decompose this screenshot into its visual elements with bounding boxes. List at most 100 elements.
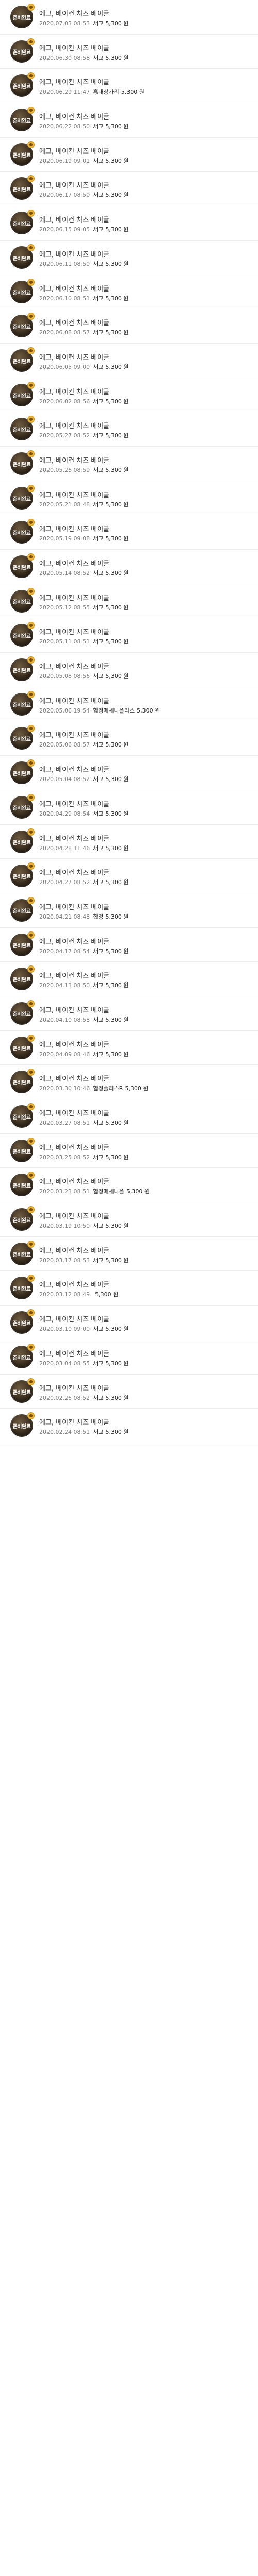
order-list-item[interactable]: 준비완료 ● 에그, 베이컨 치즈 베이글 2020.04.27 08:52 서교 5,3… (0, 859, 258, 893)
order-status-thumbnail: 준비완료 ● (10, 1000, 34, 1025)
order-list-item[interactable]: 준비완료 ● 에그, 베이컨 치즈 베이글 2020.05.21 08:48 서교 5,3… (0, 481, 258, 516)
order-item-meta: 2020.03.27 08:51 서교 5,300 원 (39, 1118, 129, 1127)
order-status-label: 준비완료 (12, 1183, 31, 1190)
order-list-item[interactable]: 준비완료 ● 에그, 베이컨 치즈 베이글 2020.03.10 09:00 서교 5,3… (0, 1306, 258, 1340)
order-date: 2020.06.11 08:50 (39, 260, 90, 267)
store-name: 서교 (93, 363, 104, 370)
order-status-thumbnail: 준비완료 ● (10, 588, 34, 613)
order-list-item[interactable]: 준비완료 ● 에그, 베이컨 치즈 베이글 2020.04.13 08:50 서교 5,3… (0, 962, 258, 996)
order-list-item[interactable]: 준비완료 ● 에그, 베이컨 치즈 베이글 2020.06.08 08:57 서교 5,3… (0, 309, 258, 344)
order-list-item[interactable]: 준비완료 ● 에그, 베이컨 치즈 베이글 2020.05.06 08:57 서교 5,3… (0, 721, 258, 756)
order-list-item[interactable]: 준비완료 ● 에그, 베이컨 치즈 베이글 2020.05.11 08:51 서교 5,3… (0, 618, 258, 653)
order-status-thumbnail: 준비완료 ● (10, 1413, 34, 1437)
order-date: 2020.05.08 08:56 (39, 673, 90, 680)
order-item-meta: 2020.03.25 08:52 서교 5,300 원 (39, 1153, 129, 1161)
coin-icon: ● (28, 554, 34, 560)
store-name: 서교 (93, 1050, 104, 1058)
order-list-item[interactable]: 준비완료 ● 에그, 베이컨 치즈 베이글 2020.07.03 08:53 서교 5,3… (0, 0, 258, 35)
store-name: 서교 (93, 844, 104, 852)
order-date: 2020.03.04 08:55 (39, 1360, 90, 1367)
order-status-label: 준비완료 (12, 805, 31, 811)
order-status-thumbnail: 준비완료 ● (10, 313, 34, 338)
order-list-item[interactable]: 준비완료 ● 에그, 베이컨 치즈 베이글 2020.06.10 08:51 서교 5,3… (0, 275, 258, 310)
order-list-item[interactable]: 준비완료 ● 에그, 베이컨 치즈 베이글 2020.03.17 08:53 서교 5,3… (0, 1236, 258, 1272)
order-list-item[interactable]: 준비완료 ● 에그, 베이컨 치즈 베이글 2020.05.19 09:08 서교 5,3… (0, 515, 258, 550)
store-name: 합정 (93, 913, 104, 920)
order-price: 5,300 원 (105, 260, 129, 267)
order-list-item[interactable]: 준비완료 ● 에그, 베이컨 치즈 베이글 2020.06.17 08:50 서교 5,3… (0, 172, 258, 207)
order-list-item[interactable]: 준비완료 ● 에그, 베이컨 치즈 베이글 2020.03.25 08:52 서교 5,3… (0, 1133, 258, 1168)
order-list-item[interactable]: 준비완료 ● 에그, 베이컨 치즈 베이글 2020.03.12 08:49 5,300… (0, 1271, 258, 1306)
order-list-item[interactable]: 준비완료 ● 에그, 베이컨 치즈 베이글 2020.05.04 08:52 서교 5,3… (0, 756, 258, 790)
coin-icon: ● (28, 1413, 34, 1419)
order-item-title: 에그, 베이컨 치즈 베이글 (39, 44, 110, 53)
order-list-item[interactable]: 준비완료 ● 에그, 베이컨 치즈 베이글 2020.04.29 08:54 서교 5,3… (0, 790, 258, 825)
order-status-label: 준비완료 (12, 737, 31, 743)
order-status-thumbnail: 준비완료 ● (10, 794, 34, 819)
order-date: 2020.05.11 08:51 (39, 638, 90, 646)
store-name: 서교 (93, 879, 104, 886)
order-status-thumbnail: 준비완료 ● (10, 279, 34, 303)
order-list-item[interactable]: 준비완료 ● 에그, 베이컨 치즈 베이글 2020.04.28 11:46 서교 5,3… (0, 824, 258, 859)
order-status-thumbnail: 준비완료 ● (10, 1035, 34, 1059)
order-list-item[interactable]: 준비완료 ● 에그, 베이컨 치즈 베이글 2020.06.19 09:01 서교 5,3… (0, 137, 258, 172)
order-item-title: 에그, 베이컨 치즈 베이글 (39, 594, 110, 602)
store-name: 서교 (93, 1223, 104, 1230)
order-list-item[interactable]: 준비완료 ● 에그, 베이컨 치즈 베이글 2020.06.05 09:00 서교 5,3… (0, 343, 258, 378)
order-item-title: 에그, 베이컨 치즈 베이글 (39, 491, 110, 499)
order-list-item[interactable]: 준비완료 ● 에그, 베이컨 치즈 베이글 2020.04.17 08:54 서교 5,3… (0, 927, 258, 962)
order-price: 5,300 원 (105, 1050, 129, 1058)
order-status-label: 준비완료 (12, 1389, 31, 1396)
order-item-title: 에그, 베이컨 치즈 베이글 (39, 1213, 110, 1221)
order-list-item[interactable]: 준비완료 ● 에그, 베이컨 치즈 베이글 2020.03.23 08:51 합정메세나… (0, 1168, 258, 1203)
order-list-item[interactable]: 준비완료 ● 에그, 베이컨 치즈 베이글 2020.05.27 08:52 서교 5,3… (0, 412, 258, 447)
order-list-item[interactable]: 준비완료 ● 에그, 베이컨 치즈 베이글 2020.05.06 19:54 합정메세나… (0, 687, 258, 722)
order-status-thumbnail: 준비완료 ● (10, 1275, 34, 1300)
order-list-item[interactable]: 준비완료 ● 에그, 베이컨 치즈 베이글 2020.03.04 08:55 서교 5,3… (0, 1340, 258, 1375)
order-price: 5,300 원 (125, 1085, 149, 1092)
order-item-title: 에그, 베이컨 치즈 베이글 (39, 456, 110, 465)
coin-icon: ● (28, 1104, 34, 1110)
order-status-thumbnail: 준비완료 ● (10, 1172, 34, 1197)
order-list-item[interactable]: 준비완료 ● 에그, 베이컨 치즈 베이글 2020.04.21 08:48 합정 5,3… (0, 893, 258, 928)
order-history-list: 준비완료 ● 에그, 베이컨 치즈 베이글 2020.07.03 08:53 서교 5,3… (0, 0, 258, 1443)
order-list-item[interactable]: 준비완료 ● 에그, 베이컨 치즈 베이글 2020.06.02 08:56 서교 5,3… (0, 378, 258, 413)
order-item-title: 에그, 베이컨 치즈 베이글 (39, 10, 110, 18)
coin-icon: ● (28, 210, 34, 217)
order-status-label: 준비완료 (12, 1286, 31, 1293)
order-status-label: 준비완료 (12, 359, 31, 365)
order-list-item[interactable]: 준비완료 ● 에그, 베이컨 치즈 베이글 2020.02.24 08:51 서교 5,3… (0, 1409, 258, 1443)
order-list-item[interactable]: 준비완료 ● 에그, 베이컨 치즈 베이글 2020.04.10 08:58 서교 5,3… (0, 996, 258, 1031)
order-list-item[interactable]: 준비완료 ● 에그, 베이컨 치즈 베이글 2020.03.27 08:51 서교 5,3… (0, 1099, 258, 1134)
order-list-item[interactable]: 준비완료 ● 에그, 베이컨 치즈 베이글 2020.03.30 10:46 합정폴리스… (0, 1065, 258, 1099)
store-name: 서교 (93, 398, 104, 405)
order-list-item[interactable]: 준비완료 ● 에그, 베이컨 치즈 베이글 2020.02.26 08:52 서교 5,3… (0, 1374, 258, 1409)
order-price: 5,300 원 (105, 1154, 129, 1161)
order-item-meta: 2020.04.09 08:46 서교 5,300 원 (39, 1050, 129, 1058)
order-price: 5,300 원 (105, 432, 129, 439)
order-list-item[interactable]: 준비완료 ● 에그, 베이컨 치즈 베이글 2020.03.19 10:50 서교 5,3… (0, 1202, 258, 1237)
order-list-item[interactable]: 준비완료 ● 에그, 베이컨 치즈 베이글 2020.06.22 08:50 서교 5,3… (0, 103, 258, 138)
store-name: 서교 (93, 192, 104, 199)
order-list-item[interactable]: 준비완료 ● 에그, 베이컨 치즈 베이글 2020.05.08 08:56 서교 5,3… (0, 653, 258, 687)
order-list-item[interactable]: 준비완료 ● 에그, 베이컨 치즈 베이글 2020.06.30 08:58 서교 5,3… (0, 34, 258, 69)
order-list-item[interactable]: 준비완료 ● 에그, 베이컨 치즈 베이글 2020.06.29 11:47 홍대상가리… (0, 69, 258, 104)
order-list-item[interactable]: 준비완료 ● 에그, 베이컨 치즈 베이글 2020.05.26 08:59 서교 5,3… (0, 446, 258, 481)
order-price: 5,300 원 (105, 673, 129, 680)
order-status-label: 준비완료 (12, 1252, 31, 1258)
order-list-item[interactable]: 준비완료 ● 에그, 베이컨 치즈 베이글 2020.05.12 08:55 서교 5,3… (0, 584, 258, 619)
order-status-thumbnail: 준비완료 ● (10, 691, 34, 716)
order-date: 2020.02.26 08:52 (39, 1394, 90, 1401)
order-item-title: 에그, 베이컨 치즈 베이글 (39, 1110, 110, 1117)
order-status-thumbnail: 준비완료 ● (10, 1378, 34, 1403)
order-item-title: 에그, 베이컨 치즈 베이글 (39, 697, 110, 705)
order-list-item[interactable]: 준비완료 ● 에그, 베이컨 치즈 베이글 2020.06.11 08:50 서교 5,3… (0, 240, 258, 275)
order-item-title: 에그, 베이컨 치즈 베이글 (39, 319, 110, 328)
order-list-item[interactable]: 준비완료 ● 에그, 베이컨 치즈 베이글 2020.04.09 08:46 서교 5,3… (0, 1030, 258, 1065)
order-list-item[interactable]: 준비완료 ● 에그, 베이컨 치즈 베이글 2020.05.14 08:52 서교 5,3… (0, 550, 258, 584)
order-list-item[interactable]: 준비완료 ● 에그, 베이컨 치즈 베이글 2020.06.15 09:05 서교 5,3… (0, 206, 258, 241)
order-date: 2020.07.03 08:53 (39, 20, 90, 27)
order-price: 5,300 원 (105, 810, 129, 817)
order-status-label: 준비완료 (12, 977, 31, 984)
store-name: 서교 (93, 20, 104, 27)
